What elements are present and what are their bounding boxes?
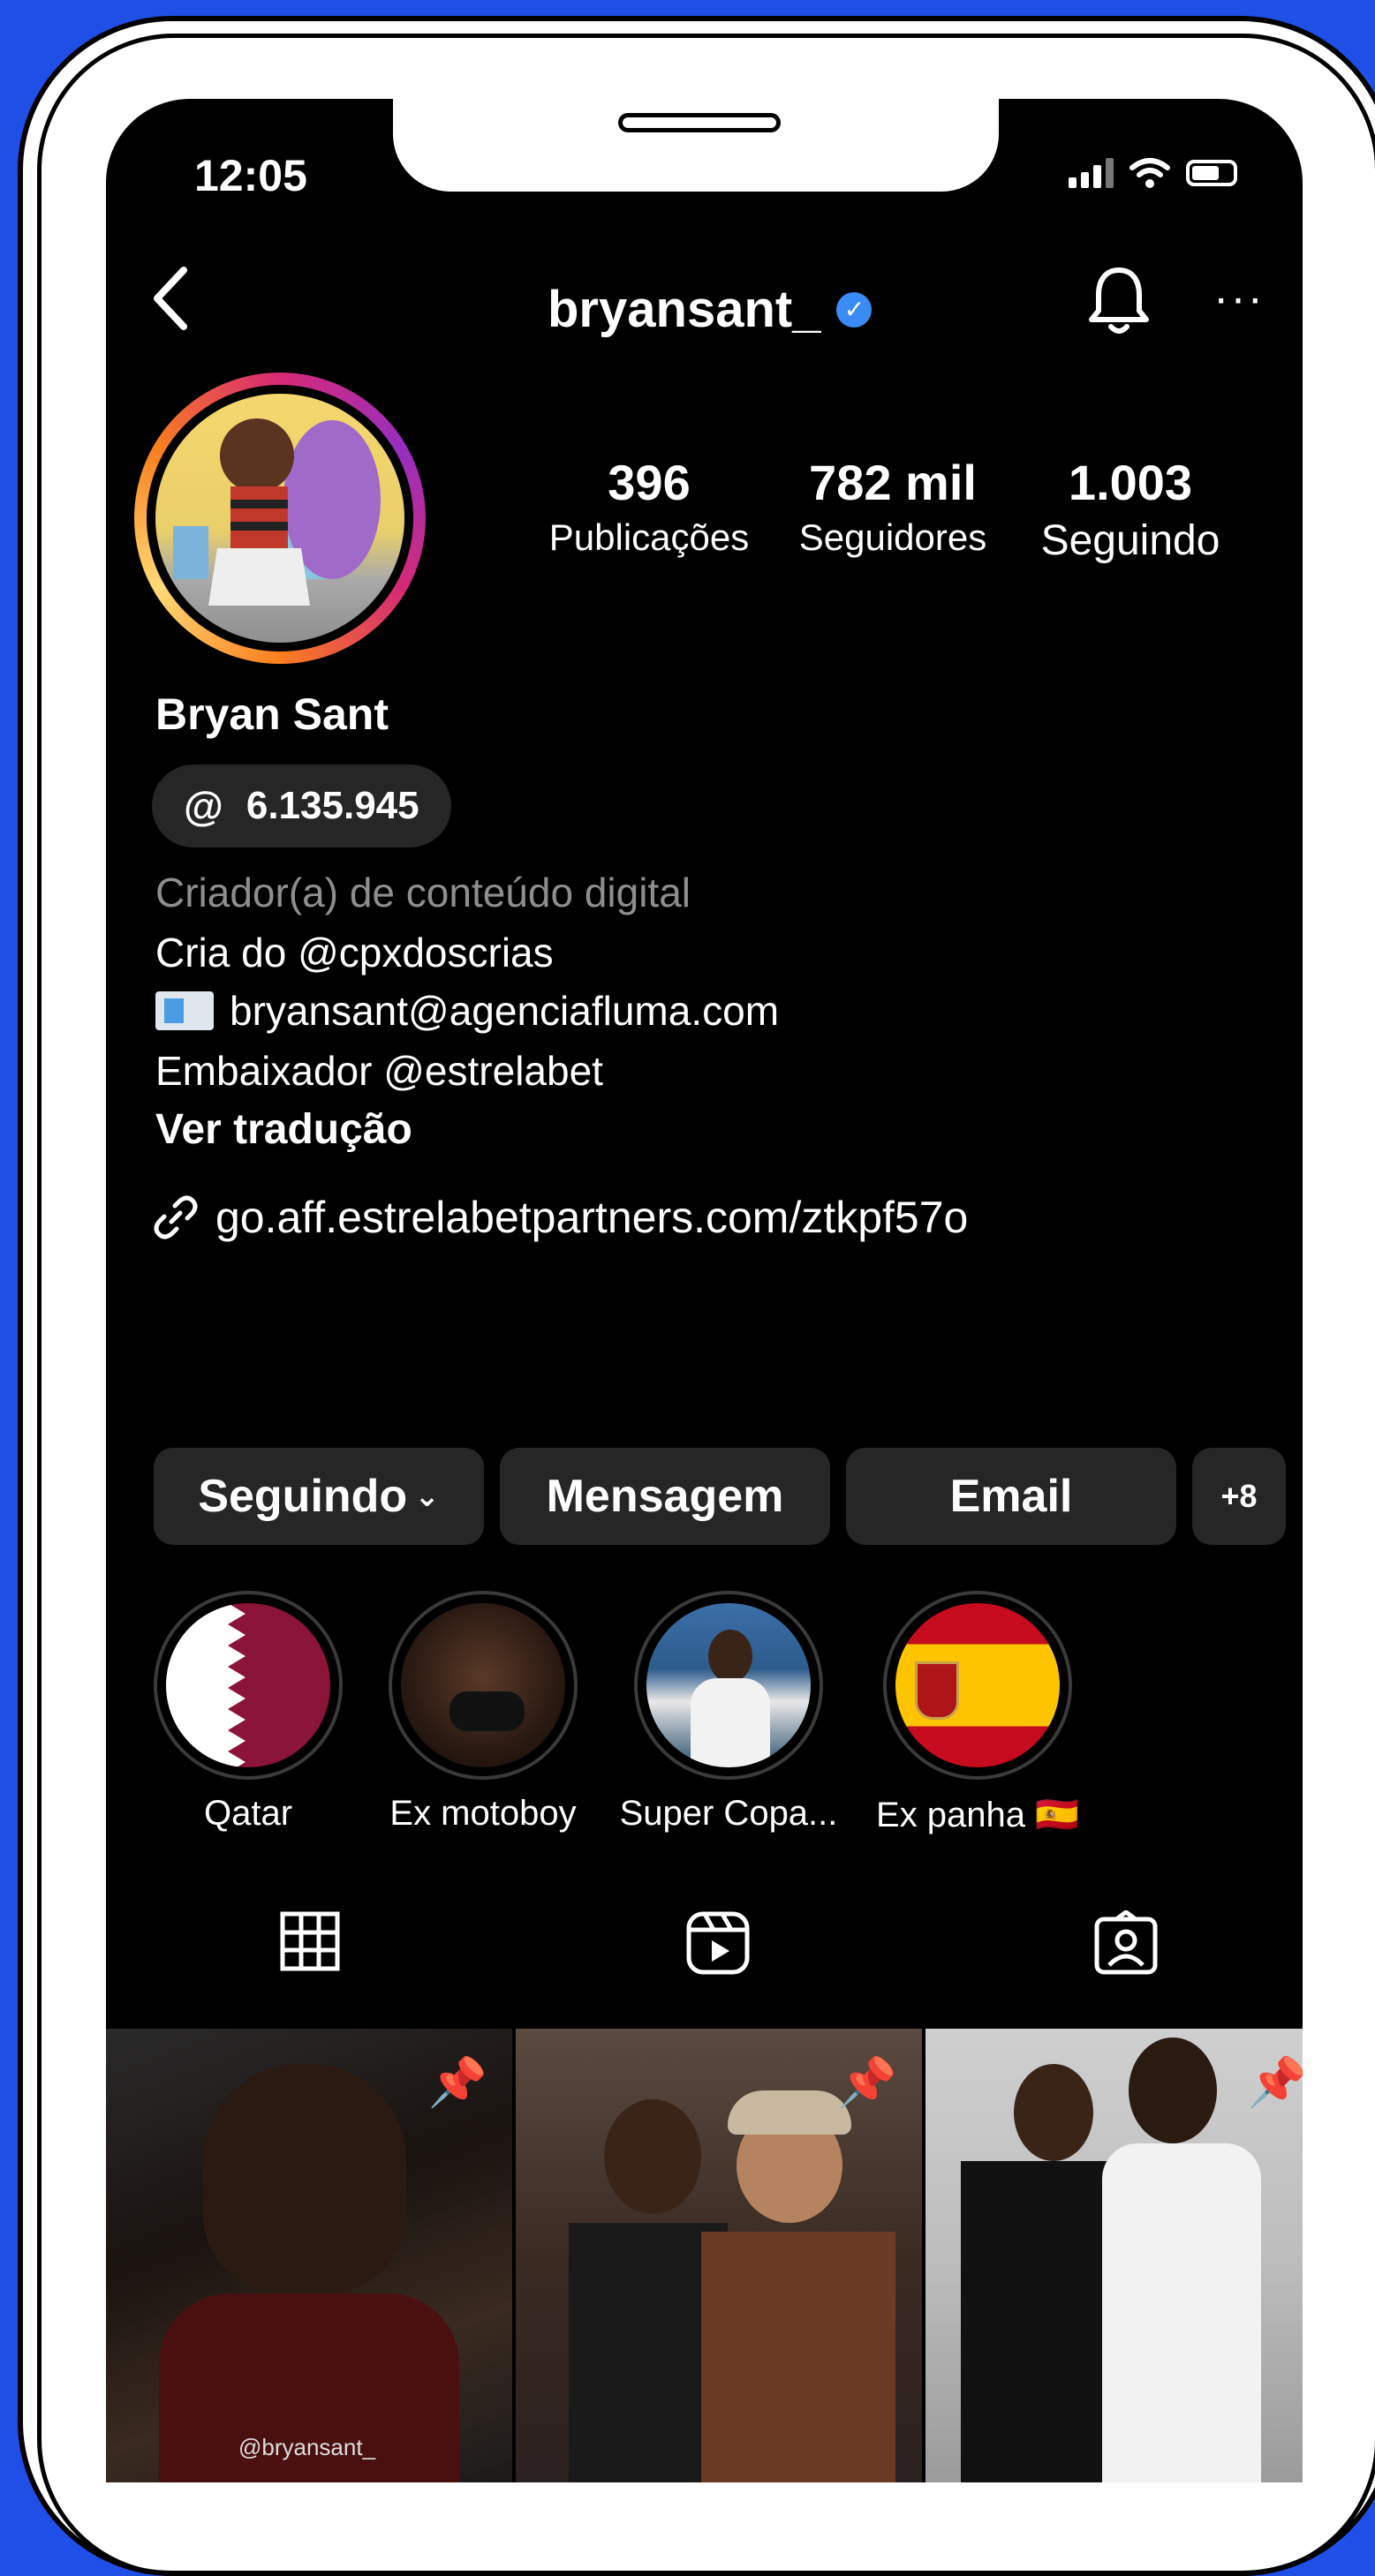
bio-email[interactable]: bryansant@agenciafluma.com [230, 987, 779, 1035]
display-name: Bryan Sant [155, 689, 389, 739]
highlight-label: Ex motoboy [389, 1794, 577, 1833]
profile-link-text: go.aff.estrelabetpartners.com/ztkpf57o [215, 1193, 969, 1242]
add-person-button[interactable]: +8 [1192, 1448, 1286, 1545]
battery-icon [1186, 160, 1237, 186]
profile-category: Criador(a) de conteúdo digital [155, 870, 691, 915]
pin-icon: 📌 [1247, 2056, 1303, 2109]
profile-link[interactable]: go.aff.estrelabetpartners.com/ztkpf57o [152, 1192, 968, 1243]
bio-email-line: bryansant@agenciafluma.com [155, 987, 779, 1035]
pin-icon: 📌 [837, 2056, 897, 2109]
highlight-cover [154, 1591, 343, 1780]
bell-icon[interactable] [1086, 265, 1152, 342]
add-person-icon: +8 [1220, 1478, 1258, 1514]
highlight-cover [883, 1591, 1072, 1780]
highlight-photo [646, 1603, 811, 1767]
status-icons [1069, 157, 1237, 189]
threads-count: 6.135.945 [246, 784, 419, 827]
username-text: bryansant_ [548, 281, 821, 338]
followers-stat[interactable]: 782 mil Seguidores [782, 454, 1003, 559]
highlight-item[interactable]: Ex motoboy [364, 1591, 602, 1834]
post-thumbnail[interactable]: 📌 [516, 2029, 922, 2482]
highlight-cover [389, 1591, 578, 1780]
reels-icon[interactable] [685, 1910, 751, 1980]
highlight-item[interactable]: Ex panha 🇪🇸 [867, 1591, 1088, 1835]
threads-badge[interactable]: @ 6.135.945 [152, 765, 451, 847]
back-arrow-icon[interactable] [148, 265, 193, 343]
following-stat[interactable]: 1.003 Seguindo [1024, 454, 1236, 565]
instagram-profile-screen: 12:05 bryansant_ ✓ ··· 396 Publicações 7… [106, 99, 1303, 2482]
highlight-item[interactable]: Super Copa... [609, 1591, 848, 1834]
message-button[interactable]: Mensagem [500, 1448, 830, 1545]
bio-line: Cria do @cpxdoscrias [155, 930, 554, 975]
spain-flag-image [895, 1603, 1060, 1767]
signal-icon [1069, 158, 1114, 188]
followers-label: Seguidores [798, 516, 987, 558]
highlight-label: Ex panha 🇪🇸 [876, 1796, 1079, 1834]
post-thumbnail[interactable]: 📌 [925, 2029, 1303, 2482]
posts-label: Publicações [548, 516, 750, 558]
verified-badge-icon: ✓ [836, 291, 873, 328]
highlight-label: Qatar [203, 1794, 293, 1833]
following-count: 1.003 [1068, 455, 1193, 510]
wifi-icon [1129, 158, 1170, 188]
see-translation-link[interactable]: Ver tradução [155, 1105, 412, 1154]
bio-line: Embaixador @estrelabet [155, 1048, 603, 1094]
highlight-cover [634, 1591, 823, 1780]
highlight-item[interactable]: Qatar [138, 1591, 359, 1834]
status-time: 12:05 [194, 151, 307, 200]
post-watermark: @bryansant_ [238, 2434, 376, 2460]
posts-stat[interactable]: 396 Publicações [548, 454, 751, 559]
pin-icon: 📌 [427, 2056, 487, 2109]
qatar-flag-image [166, 1603, 330, 1767]
following-button-label: Seguindo [198, 1471, 408, 1522]
posts-count: 396 [608, 455, 691, 510]
email-emoji-icon [155, 991, 214, 1030]
chevron-down-icon: ⌄ [414, 1480, 440, 1513]
highlight-photo [401, 1603, 565, 1767]
followers-count: 782 mil [809, 455, 977, 510]
profile-username: bryansant_ ✓ [548, 280, 873, 339]
phone-speaker [618, 113, 781, 132]
grid-icon[interactable] [279, 1910, 341, 1977]
tagged-icon[interactable] [1093, 1909, 1159, 1980]
following-label: Seguindo [1040, 517, 1220, 564]
following-button[interactable]: Seguindo ⌄ [154, 1448, 484, 1545]
highlight-label: Super Copa... [619, 1794, 838, 1833]
avatar[interactable] [155, 394, 404, 643]
threads-icon: @ [184, 783, 223, 829]
link-icon [154, 1195, 198, 1239]
email-button[interactable]: Email [846, 1448, 1176, 1545]
post-thumbnail[interactable]: 📌 @bryansant_ [106, 2029, 512, 2482]
more-options-icon[interactable]: ··· [1213, 275, 1265, 321]
